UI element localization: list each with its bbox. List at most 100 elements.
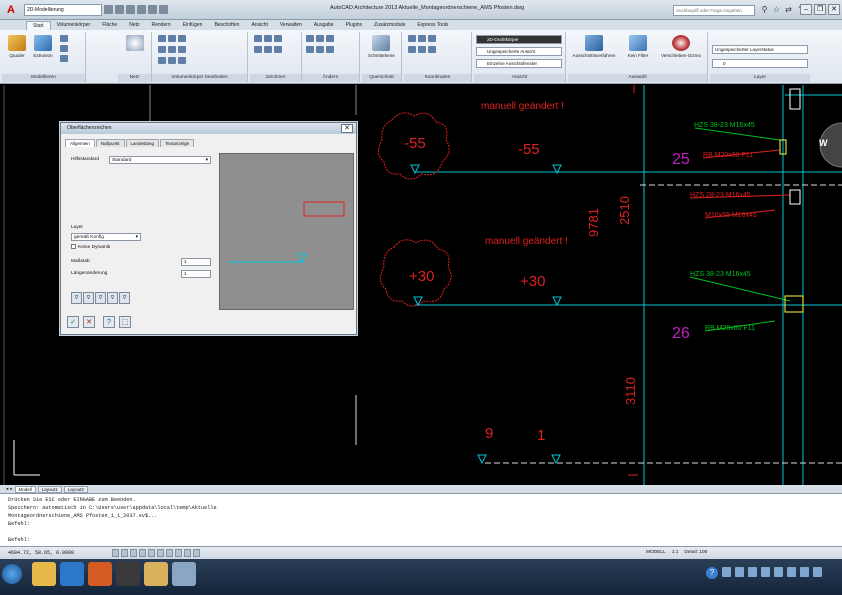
start-button[interactable]: [2, 564, 22, 584]
command-line[interactable]: Drücken Sie ESC oder EINGABE zum Beenden…: [0, 493, 842, 546]
tray-icon[interactable]: [735, 567, 744, 577]
search-input[interactable]: Suchbegriff oder Frage eingeben: [673, 5, 755, 16]
dialog-title-bar[interactable]: Oberflächenzeichen ✕: [61, 123, 356, 134]
tab-ansicht[interactable]: Ansicht: [245, 21, 273, 30]
media-player-icon[interactable]: [88, 562, 112, 586]
cancel-button[interactable]: ✕: [83, 316, 95, 328]
symbol-machined-button[interactable]: ∇: [83, 292, 94, 304]
kein-filter-button[interactable]: Kein Filter: [620, 35, 656, 58]
application-menu-button[interactable]: A: [0, 0, 22, 20]
schnittebene-button[interactable]: Schnittebene: [368, 35, 395, 58]
undo-icon[interactable]: [137, 5, 146, 14]
tab-netz[interactable]: Netz: [123, 21, 145, 30]
tab-volumenkorper[interactable]: Volumenkörper: [51, 21, 97, 30]
pick-button[interactable]: ⬚: [119, 316, 131, 328]
ucs-origin-button[interactable]: [408, 46, 436, 53]
tray-icon[interactable]: [748, 567, 757, 577]
autocad-taskbar-icon[interactable]: [172, 562, 196, 586]
tray-icon[interactable]: [787, 567, 796, 577]
symbol-all-around-button[interactable]: ∇: [107, 292, 118, 304]
nav-last-icon[interactable]: ▸: [10, 486, 12, 492]
workspace-dropdown[interactable]: 2D-Modellierung: [24, 3, 102, 16]
exchange-icon[interactable]: ⇄: [784, 5, 793, 15]
new-file-icon[interactable]: [104, 5, 113, 14]
network-icon[interactable]: [813, 567, 822, 577]
internet-explorer-icon[interactable]: [60, 562, 84, 586]
tray-icon[interactable]: [761, 567, 770, 577]
arc-button[interactable]: [254, 46, 282, 53]
open-file-icon[interactable]: [115, 5, 124, 14]
tray-icon[interactable]: [774, 567, 783, 577]
move-button[interactable]: [306, 35, 334, 42]
binoculars-icon[interactable]: ⚲: [760, 5, 769, 15]
polykorper-button[interactable]: [60, 35, 68, 42]
slice-button[interactable]: [158, 46, 186, 53]
tab-layout2[interactable]: Layout2: [63, 485, 88, 493]
quader-button[interactable]: Quader: [4, 35, 30, 58]
line-button[interactable]: [254, 35, 282, 42]
ok-button[interactable]: ✓: [67, 316, 79, 328]
model-space-button[interactable]: MODELL: [646, 550, 666, 555]
help-icon[interactable]: ?: [706, 567, 718, 579]
tab-beschriften[interactable]: Beschriften: [208, 21, 245, 30]
detail-level-button[interactable]: Detail: 100: [684, 550, 707, 555]
extrusion-button[interactable]: Extrusion: [30, 35, 56, 58]
plot-icon[interactable]: [159, 5, 168, 14]
close-button[interactable]: ✕: [828, 4, 840, 15]
flache-button[interactable]: [60, 45, 68, 52]
coordinate-readout[interactable]: 4604.72, 58.65, 0.0000: [8, 550, 74, 556]
snap-toggle-icon[interactable]: [112, 549, 119, 557]
tab-verwalten[interactable]: Verwalten: [274, 21, 308, 30]
star-icon[interactable]: ☆: [772, 5, 781, 15]
folder-icon[interactable]: [144, 562, 168, 586]
command-prompt[interactable]: Befehl:: [8, 536, 834, 544]
style-dropdown[interactable]: Standard ▾: [109, 156, 211, 164]
separate-button[interactable]: [158, 57, 186, 64]
help-button[interactable]: ?: [103, 316, 115, 328]
no-dynamics-checkbox[interactable]: Keine Dynamik: [71, 244, 110, 250]
copy-button[interactable]: [306, 46, 334, 53]
tab-ausgabe[interactable]: Ausgabe: [308, 21, 340, 30]
osnap-toggle-icon[interactable]: [148, 549, 155, 557]
layer-state-dropdown[interactable]: Ungespeicherter Layerstatus: [712, 45, 808, 54]
polar-toggle-icon[interactable]: [139, 549, 146, 557]
viewport-dropdown[interactable]: Einzelne Ansichtsfenster: [476, 59, 562, 68]
visual-style-dropdown[interactable]: 2D-Drahtkörper: [476, 35, 562, 44]
hp-icon[interactable]: [116, 562, 140, 586]
tab-einfugen[interactable]: Einfügen: [177, 21, 209, 30]
tab-start[interactable]: Start: [26, 21, 51, 30]
tray-icon[interactable]: [722, 567, 731, 577]
scale-input[interactable]: 1: [181, 258, 211, 266]
otrack-toggle-icon[interactable]: [166, 549, 173, 557]
minimize-button[interactable]: –: [800, 4, 812, 15]
tab-layout1[interactable]: Layout1: [37, 485, 62, 493]
volume-icon[interactable]: [800, 567, 809, 577]
tab-model[interactable]: Modell: [14, 485, 36, 493]
grid-toggle-icon[interactable]: [121, 549, 128, 557]
ortho-toggle-icon[interactable]: [130, 549, 137, 557]
viewcube-label[interactable]: W: [819, 138, 828, 148]
dyn-toggle-icon[interactable]: [184, 549, 191, 557]
save-icon[interactable]: [126, 5, 135, 14]
layer-dropdown[interactable]: gemäß Konfig ▾: [71, 233, 141, 241]
netz-button[interactable]: [122, 35, 148, 53]
nav-first-icon[interactable]: ◂: [6, 486, 8, 492]
tab-landestang[interactable]: Landestang: [125, 139, 160, 147]
symbol-basic-button[interactable]: ∇: [71, 292, 82, 304]
redo-icon[interactable]: [148, 5, 157, 14]
gizmo-button[interactable]: Verschieben-Gizmo: [658, 35, 704, 58]
tab-textanzeige[interactable]: Textanzeige: [160, 139, 195, 147]
3dosnap-toggle-icon[interactable]: [157, 549, 164, 557]
length-input[interactable]: 1: [181, 270, 211, 278]
tab-rendern[interactable]: Rendern: [146, 21, 177, 30]
symbol-unmachined-button[interactable]: ∇: [95, 292, 106, 304]
tab-zusatzmodule[interactable]: Zusatzmodule: [368, 21, 411, 30]
lwt-toggle-icon[interactable]: [193, 549, 200, 557]
explorer-icon[interactable]: [32, 562, 56, 586]
annotation-scale-button[interactable]: 1:1: [672, 550, 679, 555]
dialog-close-button[interactable]: ✕: [341, 124, 353, 133]
ducs-toggle-icon[interactable]: [175, 549, 182, 557]
tab-allgemein[interactable]: Allgemein: [65, 139, 95, 147]
tab-nullpunkt[interactable]: Nullpunkt: [95, 139, 125, 147]
union-button[interactable]: [158, 35, 186, 42]
